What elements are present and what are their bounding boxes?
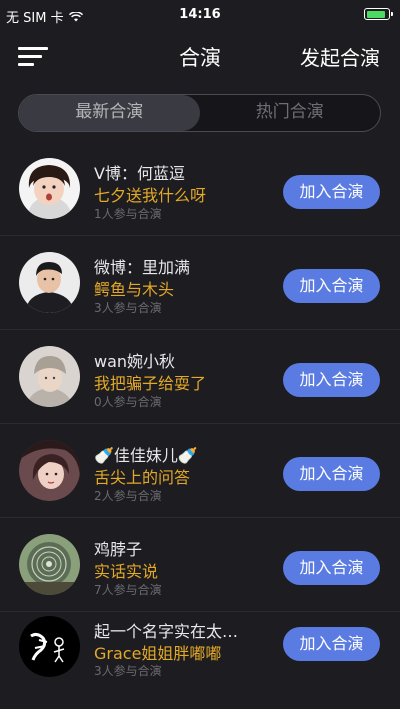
song-title: 七夕送我什么呀 [94, 186, 207, 205]
duet-list: V博：何蓝逗 七夕送我什么呀 1人参与合演 加入合演 微博：里加满 鳄鱼与木头 … [0, 142, 400, 705]
join-duet-button[interactable]: 加入合演 [283, 363, 380, 397]
list-item[interactable]: wan婉小秋 我把骗子给耍了 0人参与合演 加入合演 [0, 329, 400, 423]
participant-count: 0人参与合演 [94, 395, 162, 409]
user-name: 🍼佳佳妹儿🍼 [94, 446, 198, 465]
song-title: Grace姐姐胖嘟嘟 [94, 644, 222, 663]
battery-icon [364, 8, 393, 20]
song-title: 鳄鱼与木头 [94, 280, 175, 299]
segmented-control: 最新合演 热门合演 [18, 94, 381, 132]
tab-latest[interactable]: 最新合演 [19, 95, 200, 131]
avatar [19, 252, 80, 313]
user-name: 微博：里加满 [94, 258, 191, 277]
participant-count: 1人参与合演 [94, 207, 162, 221]
list-item[interactable]: 起一个名字实在太… Grace姐姐胖嘟嘟 3人参与合演 加入合演 [0, 611, 400, 705]
user-name: V博：何蓝逗 [94, 164, 185, 183]
participant-count: 7人参与合演 [94, 583, 162, 597]
user-name: 起一个名字实在太… [94, 622, 239, 641]
battery-group [364, 8, 393, 20]
participant-count: 3人参与合演 [94, 664, 162, 678]
battery-fill [366, 10, 385, 18]
join-duet-button[interactable]: 加入合演 [283, 269, 380, 303]
join-duet-button[interactable]: 加入合演 [283, 627, 380, 661]
avatar [19, 616, 80, 677]
song-title: 舌尖上的问答 [94, 468, 191, 487]
nav-bar: 合演 发起合演 [0, 30, 400, 82]
start-duet-button[interactable]: 发起合演 [300, 42, 380, 71]
status-bar: 无 SIM 卡 14:16 [0, 0, 400, 30]
participant-count: 2人参与合演 [94, 489, 162, 503]
list-item[interactable]: 鸡脖子 实话实说 7人参与合演 加入合演 [0, 517, 400, 611]
song-title: 我把骗子给耍了 [94, 374, 207, 393]
list-item[interactable]: 微博：里加满 鳄鱼与木头 3人参与合演 加入合演 [0, 235, 400, 329]
avatar [19, 534, 80, 595]
tab-popular[interactable]: 热门合演 [200, 95, 381, 131]
user-name: wan婉小秋 [94, 352, 176, 371]
song-title: 实话实说 [94, 562, 159, 581]
avatar [19, 440, 80, 501]
list-item[interactable]: 🍼佳佳妹儿🍼 舌尖上的问答 2人参与合演 加入合演 [0, 423, 400, 517]
user-name: 鸡脖子 [94, 540, 143, 559]
avatar [19, 346, 80, 407]
avatar [19, 158, 80, 219]
participant-count: 3人参与合演 [94, 301, 162, 315]
join-duet-button[interactable]: 加入合演 [283, 457, 380, 491]
status-time: 14:16 [179, 7, 221, 22]
join-duet-button[interactable]: 加入合演 [283, 175, 380, 209]
list-item[interactable]: V博：何蓝逗 七夕送我什么呀 1人参与合演 加入合演 [0, 142, 400, 235]
join-duet-button[interactable]: 加入合演 [283, 551, 380, 585]
